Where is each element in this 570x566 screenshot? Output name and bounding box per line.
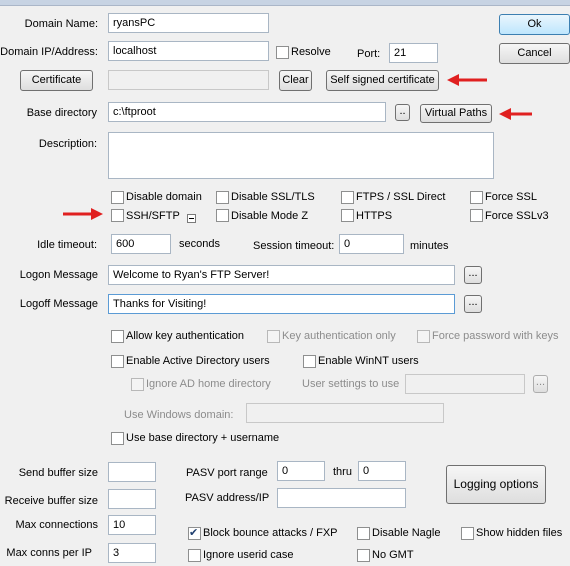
browse-directory-button[interactable]: .. [395, 104, 410, 121]
ignore-userid-case-checkbox[interactable] [188, 549, 201, 562]
red-arrow-icon [63, 208, 103, 220]
enable-ad-users-label: Enable Active Directory users [126, 355, 270, 367]
show-hidden-files-checkbox[interactable] [461, 527, 474, 540]
clear-button[interactable]: Clear [279, 70, 312, 91]
resolve-label: Resolve [291, 46, 331, 58]
pasv-port-range-label: PASV port range [186, 467, 268, 479]
disable-nagle-label: Disable Nagle [372, 527, 441, 539]
max-conns-per-ip-label: Max conns per IP [6, 547, 92, 559]
disable-mode-z-label: Disable Mode Z [231, 210, 309, 222]
idle-timeout-input[interactable]: 600 [111, 234, 171, 254]
disable-mode-z-checkbox[interactable] [216, 209, 229, 222]
no-gmt-label: No GMT [372, 549, 414, 561]
port-label: Port: [357, 48, 381, 60]
max-connections-input[interactable]: 10 [108, 515, 156, 535]
send-buffer-label: Send buffer size [18, 467, 98, 479]
ssh-sftp-label: SSH/SFTP [126, 210, 180, 222]
virtual-paths-button[interactable]: Virtual Paths [420, 104, 492, 123]
domain-name-input[interactable]: ryansPC [108, 13, 269, 33]
session-timeout-input[interactable]: 0 [339, 234, 404, 254]
certificate-path-field [108, 70, 269, 90]
use-base-dir-username-label: Use base directory + username [126, 432, 280, 444]
show-hidden-files-label: Show hidden files [476, 527, 563, 539]
pasv-thru-label: thru [333, 466, 352, 478]
pasv-address-input[interactable] [277, 488, 406, 508]
allow-key-auth-label: Allow key authentication [126, 330, 245, 342]
ftps-ssl-direct-checkbox[interactable] [341, 191, 354, 204]
windows-domain-label: Use Windows domain: [124, 409, 234, 421]
https-label: HTTPS [356, 210, 393, 222]
block-bounce-attacks-checkbox[interactable] [188, 526, 201, 540]
session-timeout-unit: minutes [410, 240, 449, 252]
self-signed-certificate-button[interactable]: Self signed certificate [326, 70, 439, 91]
disable-ssl-tls-label: Disable SSL/TLS [231, 191, 315, 203]
pasv-port-from-input[interactable]: 0 [277, 461, 325, 481]
ignore-ad-home-label: Ignore AD home directory [146, 378, 271, 390]
force-password-with-keys-label: Force password with keys [432, 330, 559, 342]
user-settings-label: User settings to use [302, 378, 400, 390]
session-timeout-label: Session timeout: [253, 240, 335, 252]
ignore-userid-case-label: Ignore userid case [203, 549, 294, 561]
allow-key-auth-checkbox[interactable] [111, 330, 124, 343]
enable-winnt-users-checkbox[interactable] [303, 355, 316, 368]
https-checkbox[interactable] [341, 209, 354, 222]
use-base-dir-username-checkbox[interactable] [111, 432, 124, 445]
disable-ssl-tls-checkbox[interactable] [216, 191, 229, 204]
idle-timeout-label: Idle timeout: [37, 239, 97, 251]
key-auth-only-label: Key authentication only [282, 330, 396, 342]
key-auth-only-checkbox[interactable] [267, 330, 280, 343]
logon-message-label: Logon Message [19, 269, 98, 281]
user-settings-browse-button[interactable]: ... [533, 375, 548, 393]
red-arrow-icon [499, 108, 532, 120]
logging-options-button[interactable]: Logging options [446, 465, 546, 504]
domain-ip-input[interactable]: localhost [108, 41, 269, 61]
logon-message-browse-button[interactable]: ... [464, 266, 482, 284]
force-password-with-keys-checkbox[interactable] [417, 330, 430, 343]
user-settings-input[interactable] [405, 374, 525, 394]
force-ssl-checkbox[interactable] [470, 191, 483, 204]
ftps-ssl-direct-label: FTPS / SSL Direct [356, 191, 446, 203]
logon-message-input[interactable]: Welcome to Ryan's FTP Server! [108, 265, 455, 285]
max-connections-label: Max connections [15, 519, 98, 531]
title-bar-edge [0, 0, 570, 6]
certificate-button[interactable]: Certificate [20, 70, 93, 91]
disable-domain-checkbox[interactable] [111, 191, 124, 204]
collapse-icon[interactable] [187, 214, 196, 223]
description-textarea[interactable] [108, 132, 494, 179]
enable-winnt-users-label: Enable WinNT users [318, 355, 419, 367]
force-sslv3-checkbox[interactable] [470, 209, 483, 222]
base-directory-label: Base directory [26, 107, 97, 119]
max-conns-per-ip-input[interactable]: 3 [108, 543, 156, 563]
disable-nagle-checkbox[interactable] [357, 527, 370, 540]
ignore-ad-home-checkbox[interactable] [131, 378, 144, 391]
enable-ad-users-checkbox[interactable] [111, 355, 124, 368]
receive-buffer-label: Receive buffer size [4, 495, 98, 507]
logoff-message-label: Logoff Message [19, 298, 98, 310]
red-arrow-icon [447, 74, 487, 86]
ssh-sftp-checkbox[interactable] [111, 209, 124, 222]
ok-button[interactable]: Ok [499, 14, 570, 35]
cancel-button[interactable]: Cancel [499, 43, 570, 64]
domain-name-label: Domain Name: [24, 18, 98, 30]
logoff-message-browse-button[interactable]: ... [464, 295, 482, 313]
logoff-message-input[interactable]: Thanks for Visiting! [108, 294, 455, 314]
windows-domain-input[interactable] [246, 403, 444, 423]
port-input[interactable]: 21 [389, 43, 438, 63]
base-directory-input[interactable]: c:\ftproot [108, 102, 386, 122]
resolve-checkbox[interactable] [276, 46, 289, 59]
pasv-address-label: PASV address/IP [185, 492, 270, 504]
force-sslv3-label: Force SSLv3 [485, 210, 549, 222]
send-buffer-input[interactable] [108, 462, 156, 482]
idle-timeout-unit: seconds [179, 238, 220, 250]
block-bounce-attacks-label: Block bounce attacks / FXP [203, 527, 338, 539]
no-gmt-checkbox[interactable] [357, 549, 370, 562]
description-label: Description: [38, 138, 97, 150]
receive-buffer-input[interactable] [108, 489, 156, 509]
disable-domain-label: Disable domain [126, 191, 202, 203]
domain-ip-label: Domain IP/Address: [0, 46, 98, 58]
pasv-port-to-input[interactable]: 0 [358, 461, 406, 481]
force-ssl-label: Force SSL [485, 191, 537, 203]
